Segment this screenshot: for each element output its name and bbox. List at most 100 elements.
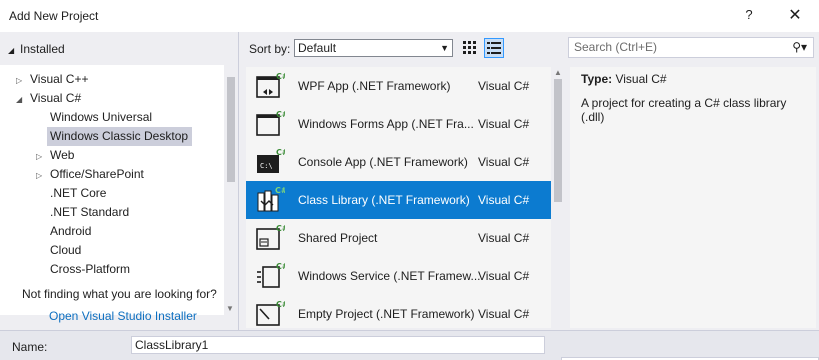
details-pane: Type: Visual C# A project for creating a… [570, 67, 816, 328]
template-name: WPF App (.NET Framework) [298, 79, 451, 93]
template-language: Visual C# [478, 193, 530, 207]
tree-item-label: Windows Universal [50, 110, 153, 124]
tree-item-label: Visual C++ [30, 72, 89, 86]
template-name: Class Library (.NET Framework) [298, 193, 470, 207]
template-item-wpf-app[interactable]: C# WPF App (.NET Framework) Visual C# [246, 67, 551, 105]
tree-item-label: .NET Standard [50, 205, 130, 219]
tree-item-label: Windows Classic Desktop [50, 129, 189, 143]
template-name: Shared Project [298, 231, 378, 245]
template-language: Visual C# [478, 269, 530, 283]
tree-item-windows-classic-desktop[interactable]: Windows Classic Desktop [47, 127, 193, 146]
windows-service-icon: C# [257, 262, 285, 288]
list-view-button[interactable] [484, 38, 504, 58]
grid-view-button[interactable] [460, 38, 480, 58]
tree-item-cloud[interactable]: Cloud [50, 241, 81, 260]
tree-item-windows-universal[interactable]: Windows Universal [50, 108, 152, 127]
type-row: Type: Visual C# [581, 72, 667, 86]
template-scrollbar[interactable]: ▲ [551, 67, 565, 328]
tree-item-web[interactable]: ▷ Web [36, 146, 74, 165]
help-button[interactable]: ? [742, 7, 756, 22]
category-pane: ◢ Installed ▷ Visual C++ ◢ Visual C# Window… [0, 32, 239, 330]
template-language: Visual C# [478, 117, 530, 131]
installed-header[interactable]: ◢ Installed [8, 42, 65, 56]
expand-arrow-icon[interactable]: ▷ [16, 71, 30, 90]
project-name-field[interactable]: ClassLibrary1 [131, 336, 545, 354]
svg-text:C#: C# [276, 224, 285, 233]
scroll-down-icon[interactable]: ▼ [226, 304, 234, 313]
template-name: Empty Project (.NET Framework) [298, 307, 475, 321]
open-installer-link[interactable]: Open Visual Studio Installer [49, 309, 197, 323]
template-item-empty-project[interactable]: C# Empty Project (.NET Framework) Visual… [246, 295, 551, 328]
template-name: Windows Service (.NET Framew... [298, 269, 481, 283]
template-name: Console App (.NET Framework) [298, 155, 468, 169]
tree-item-label: Cross-Platform [50, 262, 131, 276]
category-tree: ▷ Visual C++ ◢ Visual C# Windows Universal… [0, 65, 224, 315]
tree-item-label: Cloud [50, 243, 82, 257]
scrollbar-thumb[interactable] [227, 77, 235, 182]
installed-label: Installed [20, 42, 65, 56]
tree-item-label: Web [50, 148, 75, 162]
type-label: Type: [581, 72, 613, 86]
tree-item-label: Visual C# [30, 91, 82, 105]
svg-text:C#: C# [276, 110, 285, 119]
svg-text:C#: C# [276, 262, 285, 271]
tree-item-label: .NET Core [50, 186, 107, 200]
wpf-app-icon: C# [256, 72, 285, 98]
window-title: Add New Project [9, 9, 99, 23]
close-button[interactable]: ✕ [785, 5, 805, 25]
collapse-arrow-icon[interactable]: ◢ [16, 90, 30, 109]
tree-item-android[interactable]: Android [50, 222, 91, 241]
scrollbar-thumb[interactable] [554, 79, 562, 202]
collapse-triangle-icon: ◢ [8, 46, 15, 55]
windows-forms-icon: C# [256, 110, 285, 136]
search-placeholder: Search (Ctrl+E) [574, 40, 658, 54]
template-language: Visual C# [478, 231, 530, 245]
template-item-class-library[interactable]: C# Class Library (.NET Framework) Visual… [246, 181, 551, 219]
grid-view-icon [463, 41, 476, 54]
tree-item-visual-csharp[interactable]: ◢ Visual C# [16, 89, 81, 108]
expand-arrow-icon[interactable]: ▷ [36, 166, 50, 185]
tree-item-visual-cpp[interactable]: ▷ Visual C++ [16, 70, 88, 89]
list-view-icon [487, 42, 501, 54]
template-language: Visual C# [478, 307, 530, 321]
template-list: C# WPF App (.NET Framework) Visual C# C#… [246, 67, 551, 328]
search-input[interactable]: Search (Ctrl+E) ⚲▾ [568, 37, 814, 58]
shared-project-icon: C# [256, 224, 285, 250]
template-item-shared-project[interactable]: C# Shared Project Visual C# [246, 219, 551, 257]
tree-item-office-sharepoint[interactable]: ▷ Office/SharePoint [36, 165, 144, 184]
svg-text:C#: C# [276, 148, 285, 157]
tree-item-label: Android [50, 224, 92, 238]
type-value: Visual C# [615, 72, 667, 86]
tree-item-cross-platform[interactable]: Cross-Platform [50, 260, 130, 279]
tree-scrollbar[interactable]: ▼ [224, 65, 238, 315]
name-label: Name: [12, 340, 48, 354]
svg-text:C:\: C:\ [260, 162, 273, 170]
not-finding-text: Not finding what you are looking for? [22, 287, 217, 301]
chevron-down-icon: ▼ [440, 43, 449, 53]
svg-text:C#: C# [276, 72, 285, 81]
console-app-icon: C:\C# [257, 148, 285, 173]
template-item-windows-forms[interactable]: C# Windows Forms App (.NET Fra... Visual… [246, 105, 551, 143]
sort-by-value: Default [298, 41, 337, 55]
template-name: Windows Forms App (.NET Fra... [298, 117, 474, 131]
sort-by-dropdown[interactable]: Default ▼ [294, 39, 453, 57]
empty-project-icon: C# [256, 300, 285, 326]
template-item-windows-service[interactable]: C# Windows Service (.NET Framew... Visua… [246, 257, 551, 295]
svg-text:C#: C# [275, 186, 285, 195]
scroll-up-icon[interactable]: ▲ [554, 68, 562, 77]
class-library-icon: C# [257, 186, 285, 212]
title-bar: Add New Project ? ✕ [0, 0, 819, 32]
svg-text:C#: C# [276, 300, 285, 309]
template-description: A project for creating a C# class librar… [581, 96, 787, 124]
sort-by-label: Sort by: [249, 42, 291, 56]
template-language: Visual C# [478, 79, 530, 93]
template-language: Visual C# [478, 155, 530, 169]
tree-item-net-standard[interactable]: .NET Standard [50, 203, 129, 222]
sort-bar: Sort by: Default ▼ [240, 32, 565, 64]
template-item-console-app[interactable]: C:\C# Console App (.NET Framework) Visua… [246, 143, 551, 181]
tree-item-net-core[interactable]: .NET Core [50, 184, 106, 203]
bottom-bar: Name: ClassLibrary1 [0, 330, 819, 360]
tree-item-label: Office/SharePoint [50, 167, 144, 181]
search-icon[interactable]: ⚲▾ [792, 38, 807, 57]
expand-arrow-icon[interactable]: ▷ [36, 147, 50, 166]
